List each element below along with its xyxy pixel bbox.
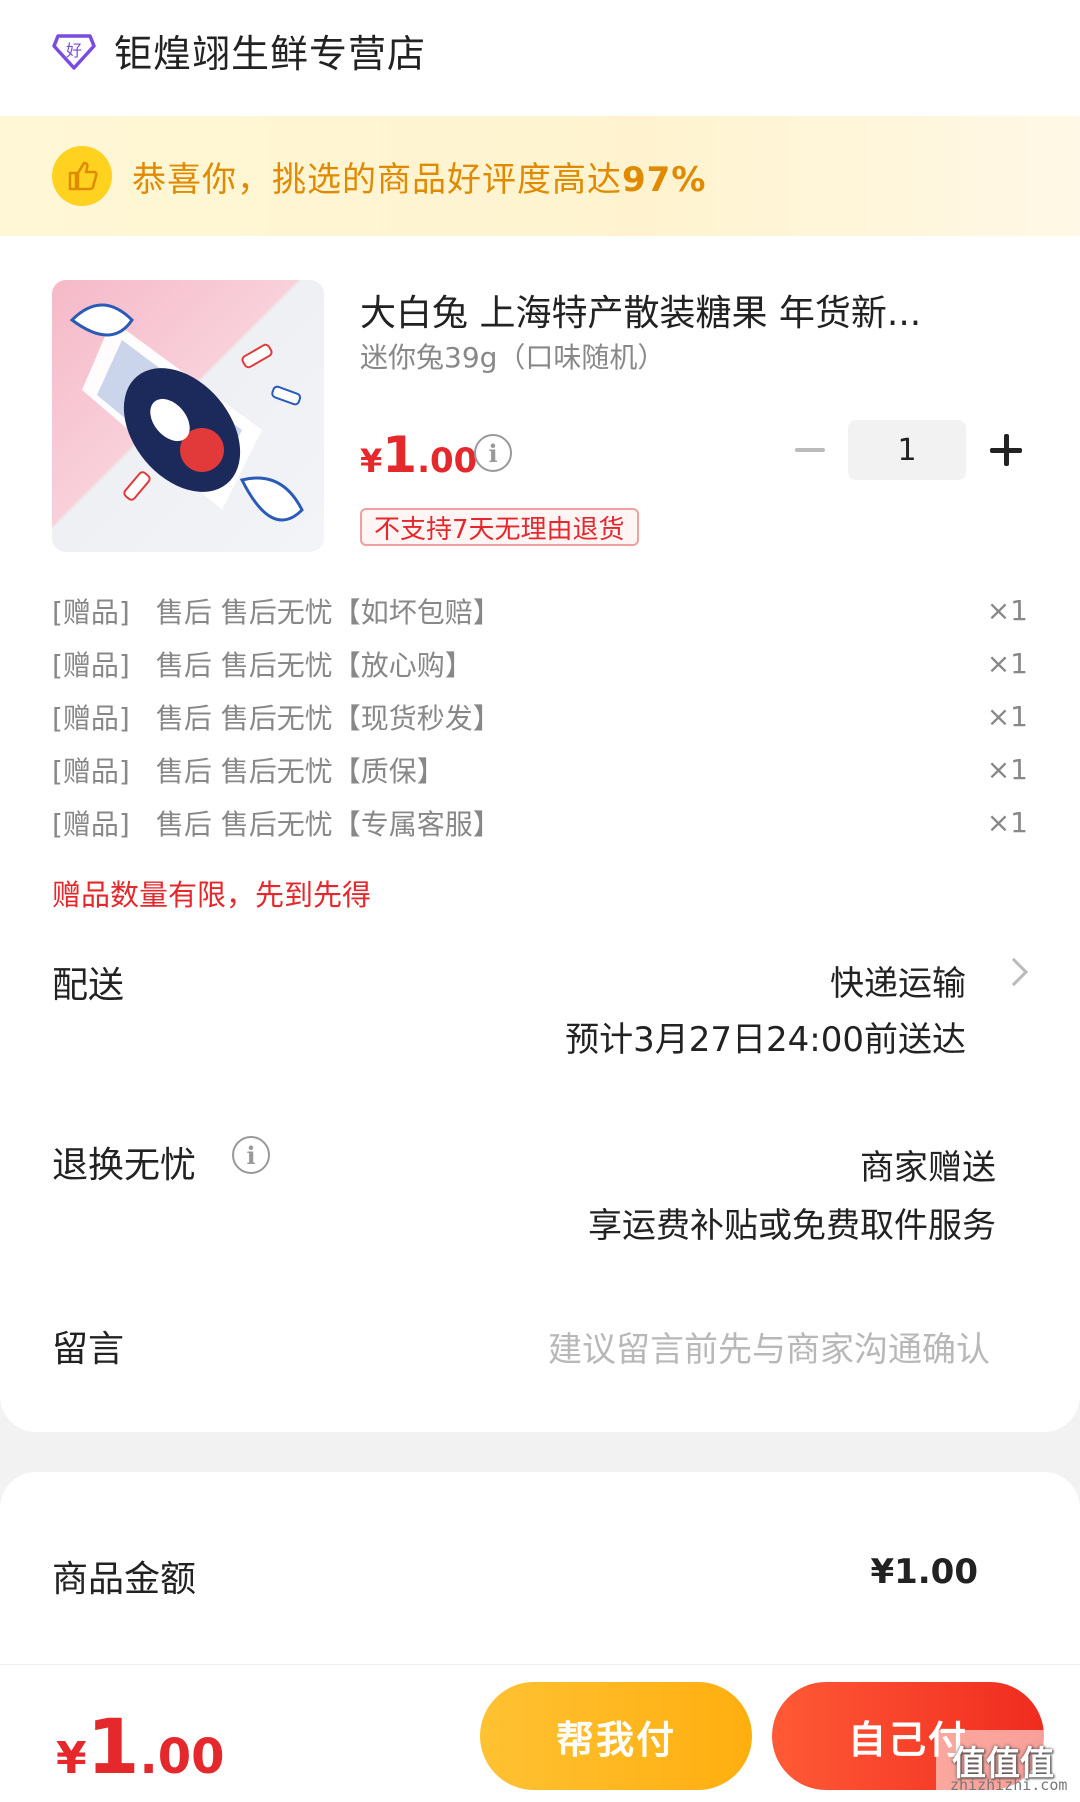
gift-quantity: ×1	[986, 647, 1028, 680]
rating-banner: 恭喜你，挑选的商品好评度高达97%	[0, 116, 1080, 236]
gift-name: 售后 售后无忧【放心购】	[155, 648, 473, 682]
amount-value: ¥1.00	[870, 1552, 978, 1592]
gift-limit-note: 赠品数量有限，先到先得	[52, 878, 372, 912]
gift-tag: [赠品]	[52, 595, 130, 629]
returns-label: 退换无忧	[52, 1145, 197, 1186]
gift-list: [赠品] 售后 售后无忧【如坏包赔】 ×1 [赠品] 售后 售后无忧【放心购】 ×1…	[52, 584, 1028, 849]
thumbs-up-icon	[52, 146, 112, 206]
delivery-label: 配送	[52, 965, 125, 1006]
shop-badge-icon: 好	[52, 28, 96, 72]
gift-name: 售后 售后无忧【专属客服】	[155, 807, 501, 841]
gift-quantity: ×1	[986, 594, 1028, 627]
gift-item: [赠品] 售后 售后无忧【专属客服】 ×1	[52, 796, 1028, 849]
return-policy-tag: 不支持7天无理由退货	[360, 508, 639, 546]
price-currency: ¥	[360, 442, 383, 480]
gift-tag: [赠品]	[52, 807, 130, 841]
gift-quantity: ×1	[986, 806, 1028, 839]
shop-name: 钜煌翊生鲜专营店	[114, 31, 427, 76]
gift-name: 售后 售后无忧【质保】	[155, 754, 445, 788]
gift-tag: [赠品]	[52, 701, 130, 735]
delivery-method[interactable]: 快递运输	[830, 956, 966, 1005]
order-card: 好 钜煌翊生鲜专营店 恭喜你，挑选的商品好评度高达97% 大白兔 上海特产散装糖…	[0, 0, 1080, 1432]
shop-header[interactable]: 好 钜煌翊生鲜专营店	[52, 10, 426, 90]
chevron-right-icon[interactable]	[999, 957, 1029, 987]
product-spec[interactable]: 迷你兔39g（口味随机）	[360, 336, 665, 376]
help-me-pay-button[interactable]: 帮我付	[480, 1682, 752, 1790]
gift-quantity: ×1	[986, 753, 1028, 786]
rating-banner-text: 恭喜你，挑选的商品好评度高达97%	[132, 152, 706, 201]
shop-badge-label: 好	[66, 41, 82, 60]
amount-label: 商品金额	[52, 1559, 197, 1600]
watermark-url: zhizhizhi.com	[950, 1776, 1068, 1794]
gift-name: 售后 售后无忧【如坏包赔】	[155, 595, 501, 629]
gift-tag: [赠品]	[52, 648, 130, 682]
total-currency: ¥	[56, 1733, 87, 1784]
total-price: ¥ 1 .00	[56, 1702, 225, 1791]
product-price: ¥ 1 .00	[360, 426, 477, 484]
product-image[interactable]	[52, 280, 324, 552]
gift-name: 售后 售后无忧【现货秒发】	[155, 701, 501, 735]
rating-banner-prefix: 恭喜你，挑选的商品好评度高达	[132, 159, 622, 200]
returns-line2: 享运费补贴或免费取件服务	[588, 1206, 996, 1246]
gift-item: [赠品] 售后 售后无忧【如坏包赔】 ×1	[52, 584, 1028, 637]
quantity-increase-button[interactable]	[986, 430, 1026, 470]
gift-item: [赠品] 售后 售后无忧【质保】 ×1	[52, 743, 1028, 796]
quantity-decrease-button[interactable]	[790, 430, 830, 470]
quantity-input[interactable]: 1	[848, 420, 966, 480]
rating-value: 97%	[622, 159, 707, 200]
gift-item: [赠品] 售后 售后无忧【现货秒发】 ×1	[52, 690, 1028, 743]
total-decimal: .00	[139, 1729, 225, 1785]
price-decimal: .00	[417, 441, 478, 481]
message-input[interactable]: 建议留言前先与商家沟通确认	[548, 1322, 990, 1371]
gift-tag: [赠品]	[52, 754, 130, 788]
returns-info-icon[interactable]: i	[232, 1136, 270, 1174]
product-title[interactable]: 大白兔 上海特产散装糖果 年货新...	[360, 284, 960, 336]
gift-quantity: ×1	[986, 700, 1028, 733]
price-integer: 1	[382, 426, 418, 484]
message-label: 留言	[52, 1329, 125, 1370]
gift-item: [赠品] 售后 售后无忧【放心购】 ×1	[52, 637, 1028, 690]
returns-line1: 商家赠送	[860, 1148, 996, 1188]
total-integer: 1	[86, 1702, 140, 1791]
delivery-eta: 预计3月27日24:00前送达	[565, 1020, 966, 1060]
price-info-icon[interactable]: i	[474, 434, 512, 472]
